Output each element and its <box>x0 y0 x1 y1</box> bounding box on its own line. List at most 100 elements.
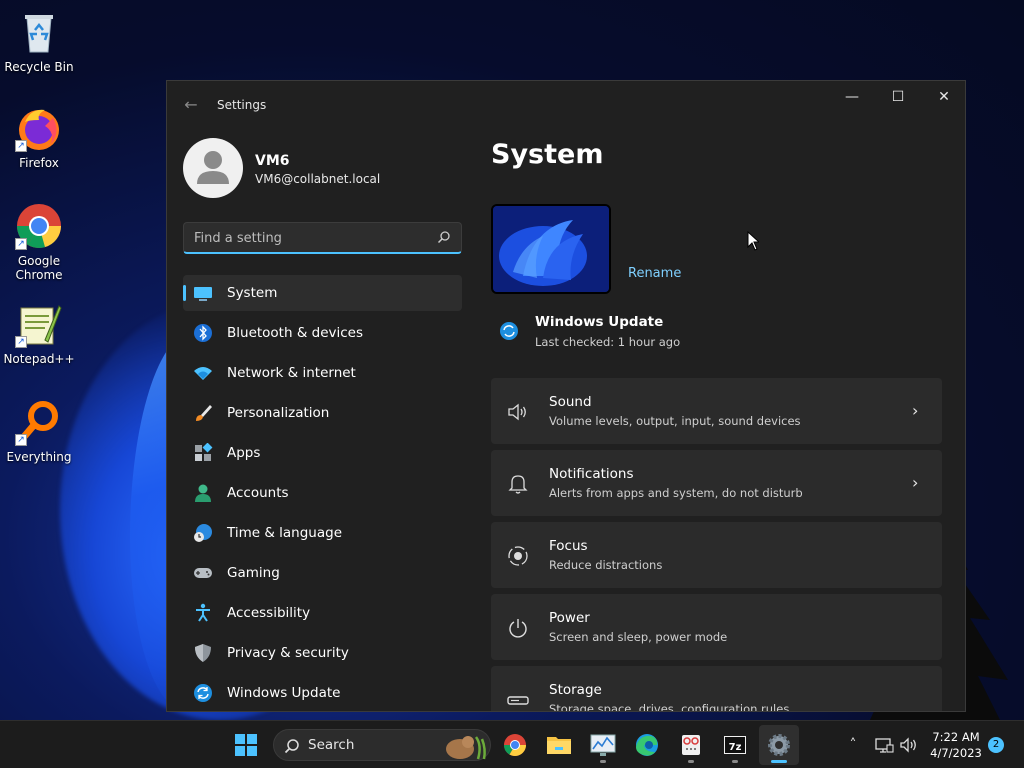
notepadpp-icon: ↗ <box>15 300 63 348</box>
person-icon <box>197 151 229 184</box>
wifi-icon <box>194 367 212 380</box>
desktop-icon-label: Notepad++ <box>3 352 75 366</box>
sidebar-item-windows-update[interactable]: Windows Update <box>183 675 462 711</box>
taskbar-resource-monitor[interactable] <box>583 725 623 765</box>
mouse-cursor-icon <box>747 231 759 251</box>
back-arrow-icon[interactable]: ← <box>181 95 201 115</box>
desktop-icon-firefox[interactable]: ↗ Firefox <box>1 104 77 170</box>
volume-icon[interactable] <box>899 735 919 755</box>
sidebar-item-system[interactable]: System <box>183 275 462 311</box>
storage-icon <box>507 696 529 705</box>
desktop-icon-everything[interactable]: ↗ Everything <box>1 398 77 464</box>
card-title: Focus <box>549 538 588 554</box>
close-button[interactable]: ✕ <box>921 81 965 113</box>
sidebar-item-apps[interactable]: Apps <box>183 435 462 471</box>
bell-icon <box>508 475 528 494</box>
accounts-icon <box>195 484 211 502</box>
sidebar-item-accessibility[interactable]: Accessibility <box>183 595 462 631</box>
card-subtitle: Screen and sleep, power mode <box>549 630 728 644</box>
edge-icon <box>636 734 658 756</box>
windows-update-title[interactable]: Windows Update <box>535 314 663 330</box>
card-subtitle: Alerts from apps and system, do not dist… <box>549 486 803 500</box>
sidebar-item-label: Personalization <box>227 405 330 421</box>
active-indicator <box>771 760 787 763</box>
everything-search-icon: ↗ <box>15 398 63 446</box>
settings-card-storage[interactable]: Storage Storage space, drives, configura… <box>491 666 942 712</box>
chevron-up-icon[interactable]: ˄ <box>843 735 863 755</box>
desktop-icon-recycle-bin[interactable]: Recycle Bin <box>1 8 77 74</box>
start-button[interactable] <box>226 725 266 765</box>
monitor-chart-icon <box>590 734 616 756</box>
settings-search-box[interactable] <box>183 222 462 254</box>
sidebar-item-network[interactable]: Network & internet <box>183 355 462 391</box>
taskbar-chrome[interactable] <box>495 725 535 765</box>
sidebar-item-gaming[interactable]: Gaming <box>183 555 462 591</box>
desktop-icon-label: Everything <box>6 450 72 464</box>
taskbar-settings[interactable] <box>759 725 799 765</box>
taskbar: Search 7z ˄ 7:22 AM 4/7/2023 2 <box>0 720 1024 768</box>
sidebar-item-privacy[interactable]: Privacy & security <box>183 635 462 671</box>
minimize-button[interactable]: — <box>829 81 875 113</box>
gamepad-icon <box>194 568 212 578</box>
settings-card-focus[interactable]: Focus Reduce distractions <box>491 522 942 588</box>
clock-globe-icon <box>194 524 212 542</box>
app-title: Settings <box>217 98 267 112</box>
desktop-icon-notepadpp[interactable]: ↗ Notepad++ <box>1 300 77 366</box>
card-title: Power <box>549 610 590 626</box>
taskbar-edge[interactable] <box>627 725 667 765</box>
desktop-icon-chrome[interactable]: ↗ Google Chrome <box>1 202 77 282</box>
7zip-icon: 7z <box>724 736 746 754</box>
sidebar-item-accounts[interactable]: Accounts <box>183 475 462 511</box>
running-indicator <box>688 760 694 763</box>
windows-update-icon <box>500 322 518 340</box>
settings-window: ← Settings — ☐ ✕ VM6 VM6@collabnet.local… <box>166 80 966 712</box>
shield-icon <box>195 644 211 662</box>
shortcut-arrow-icon: ↗ <box>15 336 27 348</box>
notification-badge[interactable]: 2 <box>988 737 1004 753</box>
sidebar-item-label: Time & language <box>227 525 343 541</box>
search-input[interactable] <box>194 229 424 247</box>
desktop-icon-label: Recycle Bin <box>4 60 74 74</box>
maximize-button[interactable]: ☐ <box>875 81 921 113</box>
card-title: Storage <box>549 682 602 698</box>
taskbar-snipping-tool[interactable] <box>671 725 711 765</box>
sidebar-item-label: Bluetooth & devices <box>227 325 364 341</box>
network-icon[interactable] <box>874 735 894 755</box>
chevron-right-icon: › <box>912 473 919 492</box>
search-icon <box>437 231 450 244</box>
page-title: System <box>491 139 604 170</box>
clock-time: 7:22 AM <box>932 730 980 744</box>
clock[interactable]: 7:22 AM 4/7/2023 <box>928 729 984 761</box>
settings-card-sound[interactable]: Sound Volume levels, output, input, soun… <box>491 378 942 444</box>
running-indicator <box>600 760 606 763</box>
taskbar-search[interactable]: Search <box>273 729 491 761</box>
search-icon <box>284 739 299 754</box>
sidebar-item-label: Accounts <box>227 485 289 501</box>
user-email: VM6@collabnet.local <box>255 172 381 186</box>
settings-card-power[interactable]: Power Screen and sleep, power mode <box>491 594 942 660</box>
update-icon <box>194 684 212 702</box>
folder-icon <box>547 737 571 754</box>
taskbar-file-explorer[interactable] <box>539 725 579 765</box>
sidebar-item-personalization[interactable]: Personalization <box>183 395 462 431</box>
title-bar[interactable]: ← Settings — ☐ ✕ <box>167 81 965 129</box>
rename-link[interactable]: Rename <box>628 266 681 281</box>
sidebar-item-label: Apps <box>227 445 261 461</box>
sidebar-item-bluetooth[interactable]: Bluetooth & devices <box>183 315 462 351</box>
settings-card-notifications[interactable]: Notifications Alerts from apps and syste… <box>491 450 942 516</box>
taskbar-7zip[interactable]: 7z <box>715 725 755 765</box>
brush-icon <box>196 405 212 421</box>
search-highlight-beaver-icon <box>446 736 486 760</box>
card-title: Notifications <box>549 466 634 482</box>
sidebar-item-label: System <box>227 285 278 301</box>
sidebar-item-label: Gaming <box>227 565 280 581</box>
shortcut-arrow-icon: ↗ <box>15 238 27 250</box>
shortcut-arrow-icon: ↗ <box>15 140 27 152</box>
sidebar-item-label: Network & internet <box>227 365 356 381</box>
card-subtitle: Storage space, drives, configuration rul… <box>549 702 790 712</box>
avatar[interactable] <box>183 138 243 198</box>
chrome-icon <box>504 734 526 756</box>
device-wallpaper-thumbnail <box>491 204 611 294</box>
speaker-icon <box>508 403 526 421</box>
sidebar-item-time-language[interactable]: Time & language <box>183 515 462 551</box>
